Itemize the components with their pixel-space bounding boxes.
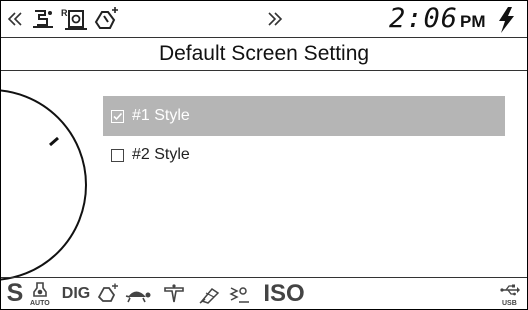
checkbox-style-1[interactable]: [111, 109, 124, 123]
auto-mode-icon: AUTO: [27, 280, 53, 307]
turtle-icon: [123, 280, 153, 307]
option-style-2-label: #2 Style: [132, 146, 190, 163]
usb-label: USB: [502, 300, 517, 307]
dig-mode-label: DIG: [61, 284, 91, 302]
dial-graphic: [1, 89, 87, 281]
svg-text:R: R: [61, 8, 68, 18]
chevron-left-icon[interactable]: [5, 5, 27, 33]
shooting-mode-icon: [29, 5, 57, 33]
status-bar: R 2:06 PM: [1, 1, 527, 37]
option-style-1-label: #1 Style: [132, 107, 190, 124]
brush-icon: [195, 280, 223, 307]
raw-image-icon: R: [59, 5, 89, 33]
bottom-icon-bar: S AUTO DIG ISO USB: [1, 278, 527, 309]
clock-ampm: PM: [460, 12, 486, 31]
auto-label: AUTO: [30, 300, 50, 307]
iso-label: ISO: [263, 279, 305, 307]
camera-screen: R 2:06 PM Default Screen Setting #1 Styl…: [0, 0, 528, 310]
title-divider-bottom: [1, 70, 527, 71]
portrait-mode-icon: [161, 280, 187, 307]
clock-time: 2:06: [389, 3, 459, 34]
option-style-1[interactable]: #1 Style: [103, 96, 505, 136]
flash-icon: [494, 6, 520, 34]
scene-mode-icon: [227, 280, 253, 307]
page-title: Default Screen Setting: [158, 42, 370, 65]
option-style-2[interactable]: #2 Style: [103, 135, 505, 175]
usb-icon: USB: [497, 280, 523, 307]
checkbox-style-2[interactable]: [111, 148, 124, 162]
hand-mode-icon-small: [95, 280, 121, 307]
chevron-right-icon[interactable]: [263, 5, 285, 33]
hand-mode-icon: [91, 5, 123, 33]
s-mode-label: S: [6, 279, 24, 307]
clock-display: 2:06 PM: [389, 3, 486, 35]
